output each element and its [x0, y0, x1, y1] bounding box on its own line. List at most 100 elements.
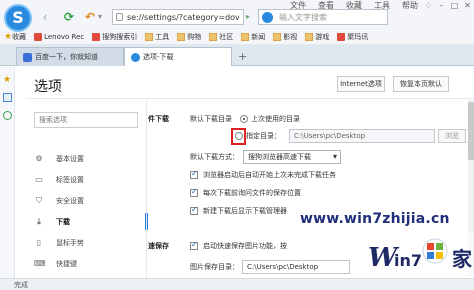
minimize-icon[interactable]: –	[435, 0, 448, 12]
tab-strip: 百度一下，你就知道 选项-下载 +	[0, 44, 474, 66]
default-dir-label: 默认下载目录	[190, 115, 232, 123]
browse-button[interactable]: 浏览	[438, 129, 466, 143]
folder-icon	[209, 32, 218, 41]
search-placeholder[interactable]: 输入文字搜索	[279, 11, 327, 24]
bookmark-folder[interactable]: 影视	[269, 32, 301, 42]
keyboard-icon: ⌨	[34, 259, 46, 268]
folder-icon	[273, 32, 282, 41]
status-text: 完成	[14, 281, 28, 289]
folder-icon	[145, 32, 154, 41]
scrollbar-thumb[interactable]	[468, 102, 474, 160]
radio-button[interactable]	[240, 115, 248, 123]
nav-security-settings[interactable]: ⛉ 安全设置	[26, 190, 146, 211]
refresh-icon[interactable]: ⟳	[62, 10, 76, 24]
restore-defaults-button[interactable]: 恢复本页默认	[393, 76, 449, 92]
bookmarks-bar: ★ 收藏 Lenovo Rec 搜狗搜索引 工具 购物 社区 新闻 影视 游戏 聚…	[0, 29, 474, 44]
watermark-url: www.win7zhijia.cn	[300, 211, 450, 227]
sogou-browser-logo[interactable]	[4, 4, 32, 32]
window-controls: ♢ – □ ✕	[422, 0, 474, 12]
nav-shortcuts[interactable]: ⌨ 快捷键	[26, 253, 146, 274]
bookmark-favorites[interactable]: ★ 收藏	[0, 32, 30, 42]
page-title: 选项	[34, 79, 62, 95]
site-icon	[34, 32, 43, 41]
new-tab-icon[interactable]: +	[238, 50, 247, 63]
settings-search-box[interactable]	[34, 112, 138, 128]
gear-icon: ⚙	[35, 154, 43, 163]
checkbox[interactable]	[190, 169, 198, 179]
sogou-icon	[131, 52, 140, 62]
image-dir-label: 图片保存目录：	[190, 263, 239, 271]
menu-bar: 文件 查看 收藏 工具 帮助	[284, 0, 424, 12]
folder-icon	[241, 32, 250, 41]
close-icon[interactable]: ✕	[461, 0, 474, 12]
svg-text:in7: in7	[394, 251, 422, 270]
bookmark-folder[interactable]: 社区	[205, 32, 237, 42]
sogou-search-icon	[262, 12, 273, 23]
folder-icon	[305, 32, 314, 41]
nav-divider	[146, 100, 147, 290]
page-icon	[116, 13, 123, 21]
default-method-label: 默认下载方式：	[190, 153, 239, 161]
folder-icon	[177, 32, 186, 41]
browser-toolbar: ‹ ⟳ ↶ ▾ se://settings/?category=dov ▸ 输入…	[0, 0, 474, 50]
tab-options-download[interactable]: 选项-下载	[124, 47, 232, 66]
mouse-icon: ▯	[36, 238, 42, 247]
checkbox-fast-save[interactable]: 启动快速保存图片功能，按	[190, 240, 287, 251]
back-arrow-icon[interactable]: ‹	[38, 10, 52, 24]
bookmark-folder[interactable]: 新闻	[237, 32, 269, 42]
fast-save-section-title: 速保存	[148, 242, 169, 250]
menu-help[interactable]: 帮助	[396, 0, 424, 12]
checkbox[interactable]	[190, 187, 198, 197]
specified-dir-field[interactable]: C:\Users\pc\Desktop	[289, 129, 435, 143]
menu-view[interactable]: 查看	[312, 0, 340, 12]
nav-tab-settings[interactable]: ▭ 标签设置	[26, 169, 146, 190]
menu-favorites[interactable]: 收藏	[340, 0, 368, 12]
download-icon: ⤓	[37, 216, 41, 226]
baidu-icon	[23, 52, 32, 62]
side-rail: ★	[0, 67, 15, 290]
site-icon	[92, 32, 101, 41]
download-section-title: 件下载	[148, 115, 169, 123]
nav-basic-settings[interactable]: ⚙ 基本设置	[26, 148, 146, 169]
status-bar: 完成	[0, 278, 474, 290]
address-bar[interactable]: se://settings/?category=dov	[112, 9, 244, 25]
tab-label: 选项-下载	[143, 53, 174, 61]
menu-tools[interactable]: 工具	[368, 0, 396, 12]
bookmark-item[interactable]: 聚玛讯	[333, 32, 372, 42]
menu-file[interactable]: 文件	[284, 0, 312, 12]
reader-icon[interactable]	[3, 93, 12, 102]
bookmark-item[interactable]: Lenovo Rec	[30, 32, 88, 41]
favorites-star-icon[interactable]: ★	[3, 75, 12, 85]
bookmark-folder[interactable]: 购物	[173, 32, 205, 42]
radio-last-used-dir[interactable]: 上次使用的目录	[240, 114, 300, 124]
win7-logo-watermark: W in7 家	[366, 232, 474, 278]
checkbox-ask-location[interactable]: 每次下载前询问文件的保存位置	[190, 187, 301, 198]
checkbox-show-manager[interactable]: 新建下载后显示下载管理器	[190, 205, 287, 216]
settings-search-input[interactable]	[35, 113, 137, 127]
nav-mouse-gestures[interactable]: ▯ 鼠标手势	[26, 232, 146, 253]
svg-text:家: 家	[452, 247, 473, 271]
highlight-box	[231, 128, 246, 145]
skin-icon[interactable]: ♢	[422, 0, 435, 12]
undo-icon[interactable]: ↶	[83, 10, 97, 24]
settings-nav: ⚙ 基本设置 ▭ 标签设置 ⛉ 安全设置 ⤓ 下载 ▯ 鼠标手势 ⌨ 快捷键	[26, 148, 148, 274]
history-clock-icon[interactable]	[3, 111, 12, 120]
maximize-icon[interactable]: □	[448, 0, 461, 12]
checkbox[interactable]	[190, 205, 198, 215]
internet-options-button[interactable]: Internet选项	[337, 76, 385, 92]
shield-icon: ⛉	[36, 195, 42, 205]
nav-download[interactable]: ⤓ 下载	[26, 211, 148, 232]
go-arrow-icon[interactable]: ▸	[246, 12, 250, 21]
bookmark-item[interactable]: 搜狗搜索引	[88, 32, 141, 42]
checkbox[interactable]	[190, 240, 198, 250]
site-icon	[337, 32, 346, 41]
bookmark-folder[interactable]: 工具	[141, 32, 173, 42]
checkbox-resume-tasks[interactable]: 浏览器启动后自动开始上次未完成下载任务	[190, 169, 336, 180]
image-dir-field[interactable]: C:\Users\pc\Desktop	[242, 260, 350, 274]
download-method-select[interactable]: 搜狗浏览器高速下载	[243, 150, 341, 164]
address-text[interactable]: se://settings/?category=dov	[127, 11, 239, 24]
star-icon: ★	[4, 31, 13, 42]
chevron-down-icon[interactable]: ▾	[96, 10, 104, 24]
tab-baidu[interactable]: 百度一下，你就知道	[16, 47, 124, 66]
bookmark-folder[interactable]: 游戏	[301, 32, 333, 42]
